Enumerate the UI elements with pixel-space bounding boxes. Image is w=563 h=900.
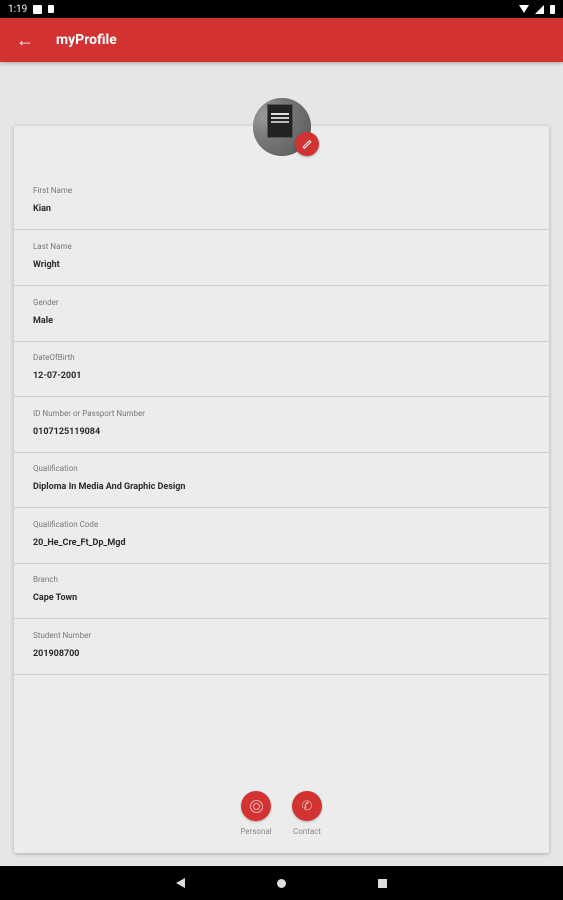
target-icon bbox=[249, 799, 263, 813]
signal-icon bbox=[535, 4, 544, 14]
field-label: Student Number bbox=[33, 631, 92, 640]
system-home-icon[interactable] bbox=[277, 878, 286, 888]
field-label: ID Number or Passport Number bbox=[33, 409, 145, 418]
field-id-number[interactable]: ID Number or Passport Number 01071251190… bbox=[14, 397, 549, 453]
notification-icon bbox=[33, 4, 43, 14]
phone-icon: ✆ bbox=[301, 798, 313, 814]
field-label: First Name bbox=[33, 186, 73, 195]
field-value: 12-07-2001 bbox=[33, 371, 82, 381]
status-time: 1:19 bbox=[8, 3, 28, 15]
field-branch[interactable]: Branch Cape Town bbox=[14, 563, 549, 619]
field-label: Gender bbox=[33, 298, 59, 307]
field-label: DateOfBirth bbox=[33, 353, 75, 362]
contact-button[interactable]: ✆ bbox=[292, 791, 322, 821]
pencil-icon bbox=[302, 139, 312, 149]
field-value: Kian bbox=[33, 204, 51, 214]
field-qualification[interactable]: Qualification Diploma In Media And Graph… bbox=[14, 452, 549, 508]
field-value: Cape Town bbox=[33, 593, 78, 603]
wifi-icon bbox=[519, 5, 529, 13]
field-value: Diploma In Media And Graphic Design bbox=[33, 482, 186, 492]
nav-personal[interactable]: Personal bbox=[234, 791, 278, 836]
arrow-left-icon: ← bbox=[16, 29, 34, 51]
avatar-image bbox=[267, 104, 293, 138]
field-value: 201908700 bbox=[33, 649, 80, 659]
nav-contact-label: Contact bbox=[293, 827, 321, 836]
nav-personal-label: Personal bbox=[240, 827, 272, 836]
battery-icon bbox=[550, 4, 555, 14]
field-value: 20_He_Cre_Ft_Dp_Mgd bbox=[33, 538, 126, 548]
field-label: Qualification bbox=[33, 464, 78, 473]
system-back-icon[interactable] bbox=[176, 878, 185, 888]
system-navigation-bar bbox=[0, 866, 563, 900]
edit-avatar-button[interactable] bbox=[295, 132, 319, 156]
page-title: myProfile bbox=[56, 32, 117, 48]
field-value: Wright bbox=[33, 260, 60, 270]
field-last-name[interactable]: Last Name Wright bbox=[14, 230, 549, 286]
back-button[interactable]: ← bbox=[0, 18, 50, 62]
field-label: Branch bbox=[33, 575, 58, 584]
avatar-container bbox=[253, 98, 319, 156]
profile-card: First Name Kian Last Name Wright Gender … bbox=[14, 126, 549, 853]
personal-button[interactable] bbox=[241, 791, 271, 821]
sd-card-icon bbox=[48, 5, 55, 13]
field-qualification-code[interactable]: Qualification Code 20_He_Cre_Ft_Dp_Mgd bbox=[14, 508, 549, 564]
field-gender[interactable]: Gender Male bbox=[14, 286, 549, 342]
field-label: Last Name bbox=[33, 242, 72, 251]
app-bar: ← myProfile bbox=[0, 18, 563, 62]
field-label: Qualification Code bbox=[33, 520, 99, 529]
field-date-of-birth[interactable]: DateOfBirth 12-07-2001 bbox=[14, 341, 549, 397]
field-value: 0107125119084 bbox=[33, 427, 101, 437]
profile-section-nav: Personal ✆ Contact bbox=[14, 791, 549, 841]
nav-contact[interactable]: ✆ Contact bbox=[285, 791, 329, 836]
field-student-number[interactable]: Student Number 201908700 bbox=[14, 619, 549, 675]
system-recents-icon[interactable] bbox=[378, 878, 387, 888]
field-value: Male bbox=[33, 316, 53, 326]
status-bar: 1:19 bbox=[0, 0, 563, 18]
field-first-name[interactable]: First Name Kian bbox=[14, 174, 549, 230]
